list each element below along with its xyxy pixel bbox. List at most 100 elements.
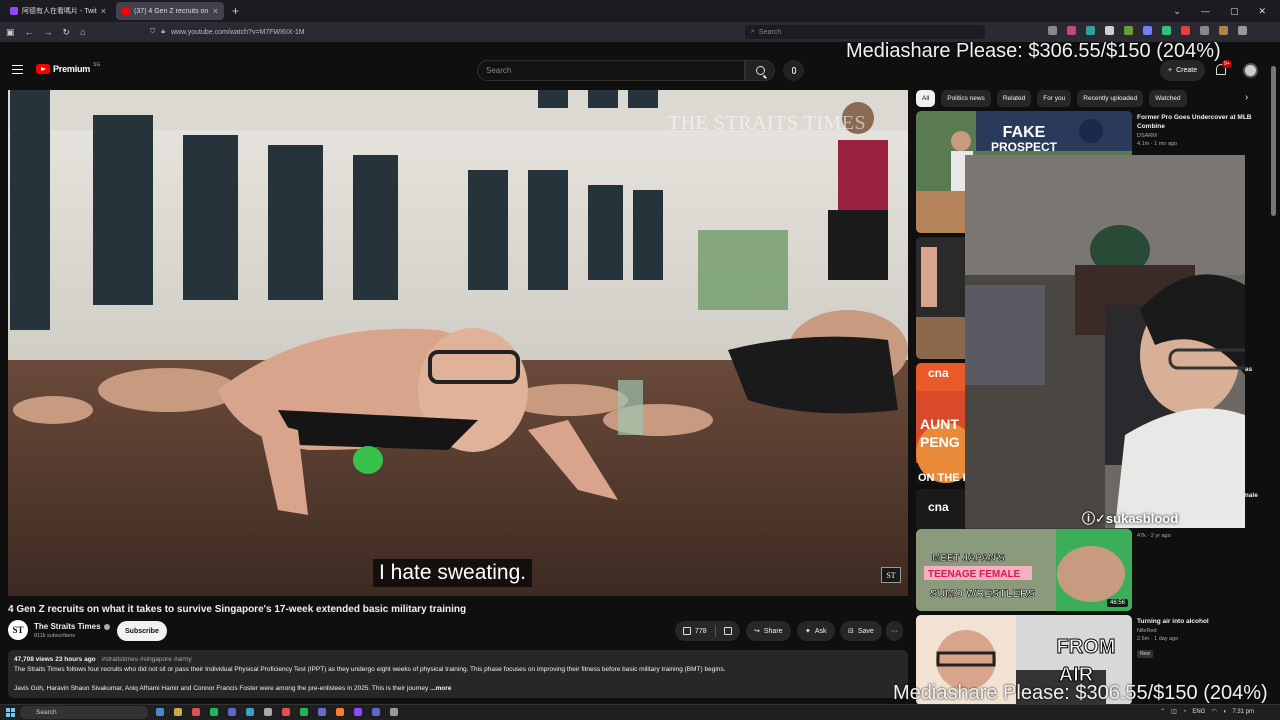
- extension-icon[interactable]: [1105, 26, 1114, 35]
- forward-icon[interactable]: →: [44, 27, 53, 37]
- minimize-icon[interactable]: —: [1201, 6, 1210, 16]
- url-text: www.youtube.com/watch?v=M7FWI6IX-1M: [170, 28, 305, 36]
- speaker-icon[interactable]: ◖: [1223, 709, 1227, 715]
- browser-search-box[interactable]: ⌕ Search: [745, 25, 985, 39]
- extension-icon[interactable]: [1162, 26, 1171, 35]
- extension-icon[interactable]: [1086, 26, 1095, 35]
- network-icon[interactable]: ◫: [1171, 708, 1177, 715]
- app-icon[interactable]: [264, 708, 272, 716]
- share-arrow-icon: ↪: [754, 628, 760, 635]
- notification-badge: 9+: [1222, 60, 1232, 68]
- extensions-puzzle-icon[interactable]: [1238, 26, 1247, 35]
- recommendation-title: Turning air into alcohol: [1137, 618, 1209, 625]
- new-tab-button[interactable]: +: [232, 4, 239, 18]
- save-button[interactable]: ⊟ Save: [840, 621, 882, 641]
- app-icon[interactable]: [354, 708, 362, 716]
- chevron-up-icon[interactable]: ⌃: [1160, 708, 1165, 715]
- hashtags[interactable]: #straitstimes #singapore #army: [101, 656, 191, 663]
- tab-twitch[interactable]: 阿德有人在看嗎片 - Twitch ×: [4, 2, 112, 20]
- page-scrollbar[interactable]: [1270, 56, 1278, 706]
- taskbar-apps: [156, 708, 398, 716]
- channel-avatar[interactable]: ST: [8, 620, 28, 640]
- app-icon[interactable]: [300, 708, 308, 716]
- extension-icon[interactable]: [1067, 26, 1076, 35]
- back-icon[interactable]: ←: [25, 27, 34, 37]
- youtube-search-button[interactable]: [745, 60, 775, 81]
- volume-icon[interactable]: ◔: [1183, 709, 1187, 715]
- shield-icon: ⛉: [150, 28, 156, 35]
- more-actions-button[interactable]: ···: [886, 621, 903, 641]
- youtube-logo[interactable]: Premium SG: [36, 62, 100, 74]
- subscribe-button[interactable]: Subscribe: [117, 621, 167, 641]
- microphone-icon: [791, 67, 796, 74]
- plus-icon: +: [1168, 67, 1173, 74]
- app-icon[interactable]: [318, 708, 326, 716]
- library-icon[interactable]: [1048, 26, 1057, 35]
- recommendation-info: 47k · 2 yr ago: [1137, 531, 1255, 539]
- app-icon[interactable]: [210, 708, 218, 716]
- youtube-search-input[interactable]: Search: [477, 60, 745, 81]
- chip-for-you[interactable]: For you: [1037, 90, 1072, 107]
- language-indicator[interactable]: ENG: [1192, 709, 1205, 715]
- chevron-right-icon[interactable]: ›: [1245, 92, 1248, 103]
- video-description[interactable]: 47,708 views 23 hours ago #straitstimes …: [8, 650, 908, 698]
- tab-youtube[interactable]: (37) 4 Gen Z recruits on wh ×: [116, 2, 224, 20]
- description-line-2: Javis Goh, Haravin Shaun Sivakumar, Aniq…: [14, 685, 429, 692]
- video-thumbnail[interactable]: MEET JAPAN'S TEENAGE FEMALE SUMO WRESTLE…: [916, 529, 1132, 611]
- app-icon[interactable]: [246, 708, 254, 716]
- recommendation-views: 47k · 2 yr ago: [1137, 533, 1171, 539]
- app-icon[interactable]: [228, 708, 236, 716]
- home-icon[interactable]: ⌂: [80, 27, 85, 37]
- app-icon[interactable]: [282, 708, 290, 716]
- extension-icon[interactable]: [1200, 26, 1209, 35]
- extension-icon[interactable]: [1124, 26, 1133, 35]
- windows-start-icon[interactable]: [6, 708, 15, 717]
- wifi-icon[interactable]: ◠: [1211, 708, 1216, 715]
- description-meta-line: 47,708 views 23 hours ago #straitstimes …: [14, 655, 902, 665]
- search-icon: [755, 66, 765, 75]
- app-icon[interactable]: [390, 708, 398, 716]
- extension-icon[interactable]: [1219, 26, 1228, 35]
- chip-recently-uploaded[interactable]: Recently uploaded: [1077, 90, 1144, 107]
- clock[interactable]: 7:31 pm: [1232, 709, 1254, 715]
- chip-related[interactable]: Related: [996, 90, 1032, 107]
- brand-label: Premium: [53, 64, 91, 74]
- account-avatar[interactable]: [1243, 63, 1258, 78]
- scrollbar-thumb[interactable]: [1271, 66, 1276, 216]
- app-icon[interactable]: [372, 708, 380, 716]
- hamburger-menu-icon[interactable]: [12, 65, 23, 74]
- maximize-icon[interactable]: ▢: [1230, 6, 1239, 17]
- lock-icon: 🔒︎: [161, 28, 165, 35]
- tab-list-icon[interactable]: ⌄: [1173, 6, 1181, 17]
- address-bar[interactable]: ⛉ 🔒︎ www.youtube.com/watch?v=M7FWI6IX-1M: [150, 25, 690, 39]
- app-icon[interactable]: [192, 708, 200, 716]
- extension-icon[interactable]: [1143, 26, 1152, 35]
- taskbar-search[interactable]: Search: [20, 706, 148, 719]
- more-dots-icon: ···: [891, 627, 898, 635]
- recommendation-info: Former Pro Goes Undercover at MLB Combin…: [1137, 113, 1255, 147]
- channel-branding-badge[interactable]: ST: [881, 567, 901, 583]
- close-tab-icon[interactable]: ×: [213, 6, 218, 16]
- description-line-1: The Straits Times follows four recruits …: [14, 666, 726, 673]
- app-icon[interactable]: [156, 708, 164, 716]
- reload-icon[interactable]: ↻: [63, 27, 71, 38]
- channel-name[interactable]: The Straits Times: [34, 622, 110, 631]
- create-button[interactable]: + Create: [1160, 60, 1206, 81]
- voice-search-button[interactable]: [783, 60, 804, 81]
- sidebar-toggle-icon[interactable]: ▣: [6, 27, 15, 38]
- app-icon[interactable]: [336, 708, 344, 716]
- app-icon[interactable]: [174, 708, 182, 716]
- video-player[interactable]: THE STRAITS TIMES I hate sweating. ST: [8, 90, 908, 596]
- chip-politics-news[interactable]: Politics news: [941, 90, 991, 107]
- browser-tab-strip: 阿德有人在看嗎片 - Twitch × (37) 4 Gen Z recruit…: [0, 0, 1280, 22]
- share-button[interactable]: ↪ Share: [746, 621, 791, 641]
- thumbs-up-icon[interactable]: [683, 627, 691, 635]
- ask-button[interactable]: ✦ Ask: [797, 621, 835, 641]
- close-tab-icon[interactable]: ×: [101, 6, 106, 16]
- close-window-icon[interactable]: ✕: [1258, 6, 1266, 17]
- chip-all[interactable]: All: [916, 90, 936, 107]
- extension-icon[interactable]: [1181, 26, 1190, 35]
- chip-watched[interactable]: Watched: [1149, 90, 1187, 107]
- show-more-link[interactable]: ...more: [430, 685, 451, 692]
- thumbs-down-icon[interactable]: [723, 627, 732, 635]
